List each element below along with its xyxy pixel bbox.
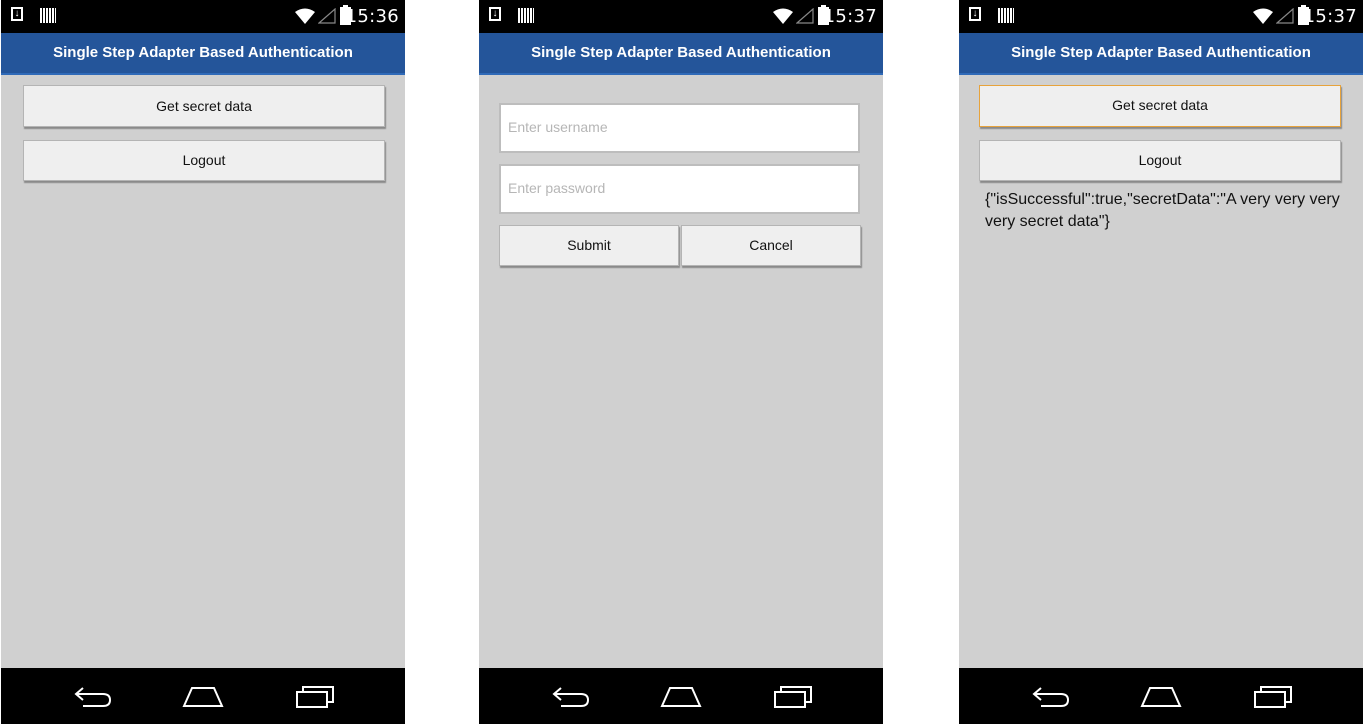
app-title: Single Step Adapter Based Authentication (959, 33, 1363, 75)
password-input[interactable]: Enter password (499, 164, 860, 214)
home-icon[interactable] (1140, 684, 1182, 708)
home-icon[interactable] (182, 684, 224, 708)
barcode-icon (518, 8, 534, 23)
status-time: 15:37 (823, 6, 877, 27)
status-time: 15:37 (1303, 6, 1357, 27)
wifi-icon (1253, 8, 1273, 24)
recent-apps-icon[interactable] (295, 684, 335, 708)
signal-icon (318, 8, 336, 24)
navigation-bar (479, 668, 883, 724)
barcode-icon (998, 8, 1014, 23)
phone-screen-1: ↓ 15:36 Single Step Adapter Based Authen… (1, 0, 405, 724)
logout-button[interactable]: Logout (23, 140, 385, 181)
username-input[interactable]: Enter username (499, 103, 860, 153)
status-bar: ↓ 15:37 (479, 0, 883, 33)
download-icon: ↓ (11, 7, 23, 21)
download-icon: ↓ (489, 7, 501, 21)
get-secret-data-button[interactable]: Get secret data (979, 85, 1341, 127)
signal-icon (1276, 8, 1294, 24)
download-icon: ↓ (969, 7, 981, 21)
wifi-icon (773, 8, 793, 24)
status-bar: ↓ 15:36 (1, 0, 405, 33)
phone-screen-2: ↓ 15:37 Single Step Adapter Based Authen… (479, 0, 883, 724)
secret-data-result: {"isSuccessful":true,"secretData":"A ver… (985, 191, 1340, 230)
cancel-button[interactable]: Cancel (681, 225, 861, 266)
get-secret-data-button[interactable]: Get secret data (23, 85, 385, 127)
recent-apps-icon[interactable] (1253, 684, 1293, 708)
status-time: 15:36 (345, 6, 399, 27)
wifi-icon (295, 8, 315, 24)
app-title: Single Step Adapter Based Authentication (1, 33, 405, 75)
signal-icon (796, 8, 814, 24)
submit-button[interactable]: Submit (499, 225, 679, 266)
status-bar: ↓ 15:37 (959, 0, 1363, 33)
phone-screen-3: ↓ 15:37 Single Step Adapter Based Authen… (959, 0, 1363, 724)
logout-button[interactable]: Logout (979, 140, 1341, 181)
navigation-bar (959, 668, 1363, 724)
navigation-bar (1, 668, 405, 724)
back-icon[interactable] (1031, 684, 1071, 708)
barcode-icon (40, 8, 56, 23)
back-icon[interactable] (73, 684, 113, 708)
home-icon[interactable] (660, 684, 702, 708)
app-title: Single Step Adapter Based Authentication (479, 33, 883, 75)
back-icon[interactable] (551, 684, 591, 708)
recent-apps-icon[interactable] (773, 684, 813, 708)
